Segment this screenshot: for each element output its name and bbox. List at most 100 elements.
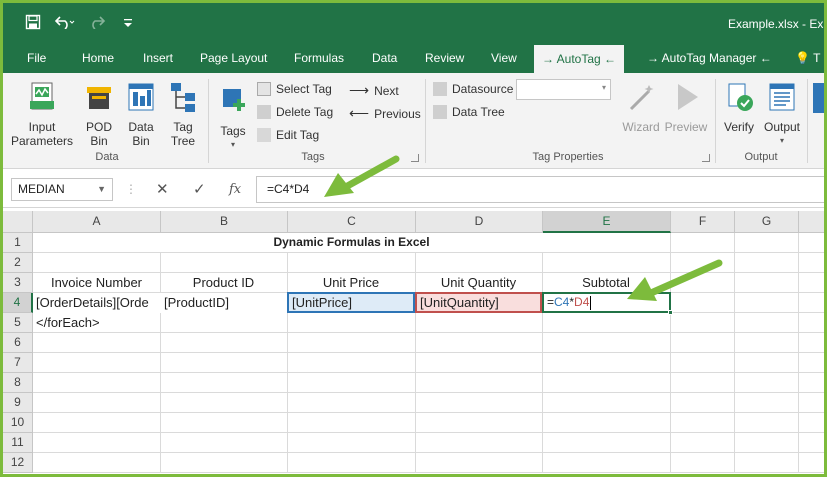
header-product-id[interactable]: Product ID: [160, 273, 287, 293]
tag-tree-label: Tag Tree: [170, 120, 196, 148]
formula-bar-grip-icon[interactable]: ⋮: [125, 182, 137, 196]
header-unit-price[interactable]: Unit Price: [287, 273, 415, 293]
header-unit-quantity[interactable]: Unit Quantity: [415, 273, 542, 293]
cell-a5[interactable]: </forEach>: [33, 313, 160, 333]
excel-window: Example.xlsx - Ex File Home Insert Page …: [3, 3, 824, 474]
delete-tag-label: Delete Tag: [276, 105, 334, 119]
verify-button[interactable]: Verify: [719, 81, 759, 134]
previous-button[interactable]: ⟵ Previous: [349, 105, 421, 122]
undo-icon[interactable]: [54, 15, 75, 34]
row-header-11[interactable]: 11: [3, 433, 33, 453]
output-icon: [769, 83, 795, 111]
output-button[interactable]: Output ▾: [761, 81, 803, 148]
tags-button[interactable]: Tags ▾: [213, 85, 253, 152]
tab-file[interactable]: File: [25, 43, 48, 73]
wizard-button[interactable]: Wizard: [621, 81, 661, 134]
data-bin-label: Data Bin: [128, 120, 154, 148]
column-header-g[interactable]: G: [735, 211, 799, 233]
tag-properties-dialog-launcher-icon[interactable]: [702, 154, 710, 162]
datasource-combobox[interactable]: ▾: [516, 79, 611, 100]
tab-review[interactable]: Review: [423, 43, 466, 73]
cell-c4[interactable]: [UnitPrice]: [289, 293, 413, 313]
grid-line: [160, 233, 161, 473]
row-header-9[interactable]: 9: [3, 393, 33, 413]
column-header-f[interactable]: F: [671, 211, 735, 233]
verify-label: Verify: [723, 120, 754, 134]
group-separator: [807, 79, 808, 163]
pod-bin-button[interactable]: POD Bin: [79, 81, 119, 148]
edit-tag-button[interactable]: Edit Tag: [257, 128, 319, 142]
preview-button[interactable]: Preview: [663, 81, 709, 134]
tag-tree-button[interactable]: Tag Tree: [163, 81, 203, 148]
column-header-d[interactable]: D: [416, 211, 543, 233]
row-header-5[interactable]: 5: [3, 313, 33, 333]
cell-d4[interactable]: [UnitQuantity]: [417, 293, 540, 313]
tab-home[interactable]: Home: [80, 43, 116, 73]
delete-tag-icon: [257, 105, 271, 119]
datasource-label: Datasource: [452, 82, 514, 96]
customize-icon[interactable]: [123, 16, 133, 34]
name-box[interactable]: MEDIAN ▼: [11, 178, 113, 201]
row-header-6[interactable]: 6: [3, 333, 33, 353]
cell-a4[interactable]: [OrderDetails][Orde: [33, 293, 161, 313]
row-header-10[interactable]: 10: [3, 413, 33, 433]
tab-autotag[interactable]: → AutoTag ←: [534, 45, 625, 73]
output-group-label: Output: [744, 151, 778, 163]
column-header-a[interactable]: A: [33, 211, 161, 233]
row-header-3[interactable]: 3: [3, 273, 33, 293]
tags-dropdown-icon: ▾: [230, 140, 235, 149]
insert-function-icon[interactable]: fx: [229, 182, 241, 197]
edit-tag-label: Edit Tag: [276, 128, 320, 142]
grid-line: [542, 233, 543, 473]
output-dropdown-icon: ▾: [779, 136, 784, 145]
row-header-1[interactable]: 1: [3, 233, 33, 253]
row-header-2[interactable]: 2: [3, 253, 33, 273]
ribbon: Input Parameters POD Bin Data Bin Tag Tr…: [3, 73, 824, 169]
input-parameters-icon: [30, 82, 54, 110]
wizard-label: Wizard: [622, 120, 660, 134]
arrow-left-icon: ⟵: [349, 105, 370, 121]
input-parameters-button[interactable]: Input Parameters: [11, 81, 73, 148]
wand-icon: [629, 85, 654, 111]
delete-tag-button[interactable]: Delete Tag: [257, 105, 333, 119]
grid-line: [734, 233, 735, 473]
row-header-12[interactable]: 12: [3, 453, 33, 473]
tab-data[interactable]: Data: [370, 43, 399, 73]
select-all-corner[interactable]: [3, 211, 33, 233]
save-icon[interactable]: [25, 14, 41, 35]
datasource-icon: [433, 82, 447, 96]
data-bin-icon: [128, 83, 154, 111]
row-header-7[interactable]: 7: [3, 353, 33, 373]
datasource-label-row: Datasource: [433, 82, 513, 96]
data-bin-button[interactable]: Data Bin: [121, 81, 161, 148]
tags-icon: [223, 89, 245, 111]
tab-insert[interactable]: Insert: [141, 43, 175, 73]
column-header-e[interactable]: E: [543, 211, 671, 233]
tags-dialog-launcher-icon[interactable]: [411, 154, 419, 162]
tab-autotag-manager[interactable]: → AutoTag Manager ←: [645, 43, 774, 73]
sheet-title-cell[interactable]: Dynamic Formulas in Excel: [33, 233, 670, 253]
redo-icon[interactable]: [89, 15, 109, 34]
select-tag-icon: [257, 82, 271, 96]
cancel-icon[interactable]: ✕: [156, 180, 169, 198]
header-invoice-number[interactable]: Invoice Number: [33, 273, 160, 293]
data-tree-button[interactable]: Data Tree: [433, 105, 505, 119]
column-header-b[interactable]: B: [161, 211, 288, 233]
column-header-c[interactable]: C: [288, 211, 416, 233]
next-button[interactable]: ⟶ Next: [349, 82, 399, 99]
formula-text: =C4*D4: [267, 182, 310, 196]
verify-icon: [728, 83, 753, 111]
tab-page-layout[interactable]: Page Layout: [198, 43, 269, 73]
row-header-4[interactable]: 4: [3, 293, 33, 313]
cell-b4[interactable]: [ProductID]: [161, 293, 287, 313]
enter-icon[interactable]: ✓: [193, 180, 206, 198]
tab-tell-me[interactable]: 💡 T: [793, 43, 822, 73]
tab-formulas[interactable]: Formulas: [292, 43, 346, 73]
select-tag-button[interactable]: Select Tag: [257, 82, 332, 96]
formula-bar: MEDIAN ▼ ⋮ ✕ ✓ fx =C4*D4: [3, 170, 824, 208]
overflow-icon[interactable]: [813, 83, 824, 113]
tab-view[interactable]: View: [489, 43, 519, 73]
row-header-8[interactable]: 8: [3, 373, 33, 393]
next-label: Next: [374, 83, 399, 98]
input-parameters-label: Input Parameters: [11, 120, 74, 148]
